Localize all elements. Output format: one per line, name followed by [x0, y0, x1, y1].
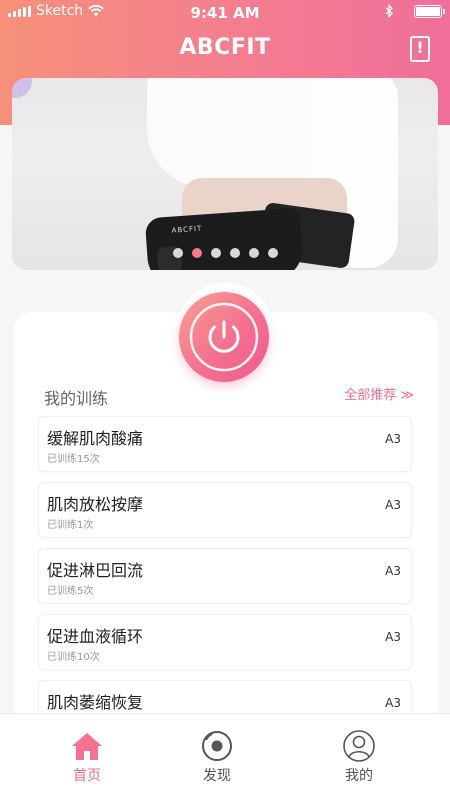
tab-home-label: 首页 [73, 768, 101, 784]
training-name: 肌肉放松按摩 [47, 495, 144, 514]
training-item[interactable]: 肌肉萎缩恢复 A3 [38, 680, 412, 712]
alert-icon[interactable]: ! [410, 36, 430, 62]
training-count: 已训练1次 [47, 520, 94, 531]
training-tag: A3 [385, 630, 401, 644]
power-button[interactable] [179, 292, 269, 382]
training-name: 缓解肌肉酸痛 [47, 429, 144, 448]
tab-bar: 首页 发现 我的 [0, 713, 450, 800]
status-bar: Sketch 9:41 AM [0, 0, 450, 26]
carousel-dots [12, 248, 438, 258]
training-item[interactable]: 促进淋巴回流 已训练5次 A3 [38, 548, 412, 604]
carousel-dot[interactable] [248, 248, 259, 258]
battery-icon [414, 4, 445, 18]
product-belt-image: ABCFIT [144, 207, 305, 270]
training-name: 肌肉萎缩恢复 [47, 693, 144, 712]
banner-decoration [12, 78, 32, 98]
training-name: 促进血液循环 [47, 627, 144, 646]
section-title: 我的训练 [44, 389, 109, 408]
tab-discover[interactable]: 发现 [142, 714, 292, 800]
tab-home[interactable]: 首页 [12, 714, 162, 800]
status-right [385, 4, 445, 18]
belt-brand-text: ABCFIT [171, 224, 203, 235]
training-item[interactable]: 促进血液循环 已训练10次 A3 [38, 614, 412, 670]
training-count: 已训练10次 [47, 652, 100, 663]
carousel-dot[interactable] [210, 248, 221, 258]
training-count: 已训练5次 [47, 586, 94, 597]
training-tag: A3 [385, 696, 401, 710]
see-all-link[interactable]: 全部推荐 ≫ [344, 384, 414, 403]
carousel-dot[interactable] [172, 248, 183, 258]
training-tag: A3 [385, 564, 401, 578]
training-tag: A3 [385, 432, 401, 446]
status-time: 9:41 AM [190, 4, 260, 22]
training-name: 促进淋巴回流 [47, 561, 144, 580]
training-item[interactable]: 肌肉放松按摩 已训练1次 A3 [38, 482, 412, 538]
carousel-dot[interactable] [229, 248, 240, 258]
discover-icon [202, 731, 232, 761]
training-count: 已训练15次 [47, 454, 100, 465]
bluetooth-icon [385, 4, 393, 18]
carousel-dot[interactable] [267, 248, 278, 258]
training-list: 缓解肌肉酸痛 已训练15次 A3 肌肉放松按摩 已训练1次 A3 促进淋巴回流 … [38, 416, 412, 712]
home-icon [72, 733, 102, 760]
training-tag: A3 [385, 498, 401, 512]
tab-profile-label: 我的 [345, 768, 373, 784]
tab-profile[interactable]: 我的 [284, 714, 434, 800]
tab-discover-label: 发现 [203, 768, 231, 784]
banner-carousel[interactable]: ABCFIT [12, 78, 438, 270]
app-title: ABCFIT [179, 35, 271, 60]
power-icon [189, 302, 259, 372]
training-item[interactable]: 缓解肌肉酸痛 已训练15次 A3 [38, 416, 412, 472]
carousel-dot-active[interactable] [191, 248, 202, 258]
profile-icon [343, 730, 375, 762]
